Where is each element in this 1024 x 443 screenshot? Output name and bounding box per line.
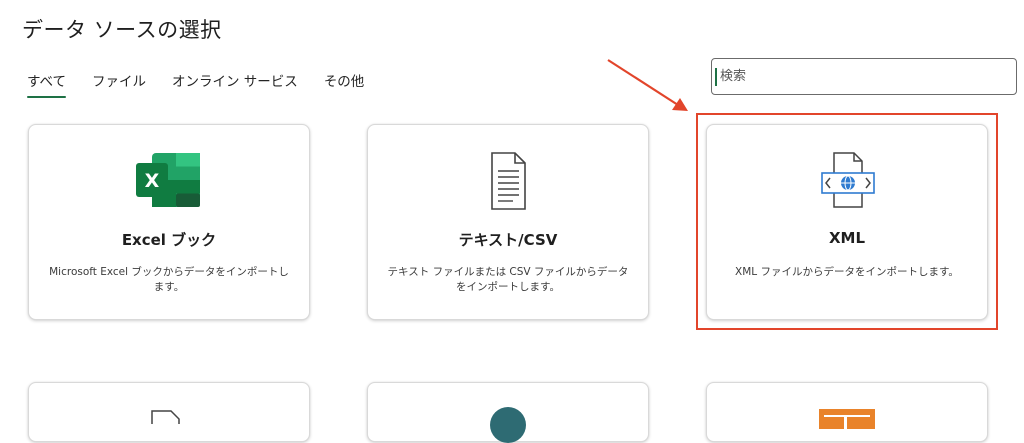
card-title: Excel ブック	[121, 231, 217, 249]
source-card-excel[interactable]: X Excel ブック Microsoft Excel ブックからデータをインポ…	[28, 124, 310, 320]
file-icon	[149, 409, 189, 428]
card-title: テキスト/CSV	[458, 231, 558, 249]
text-file-icon	[473, 151, 543, 211]
table-icon	[819, 409, 875, 429]
text-caret	[715, 68, 717, 86]
source-card-partial-2[interactable]	[367, 382, 649, 443]
database-icon	[490, 407, 526, 443]
dialog-title: データ ソースの選択	[22, 18, 222, 42]
card-description: テキスト ファイルまたは CSV ファイルからデータをインポートします。	[387, 266, 629, 293]
source-tabs: すべて ファイル オンライン サービス その他	[27, 68, 390, 98]
tab-all[interactable]: すべて	[27, 68, 67, 98]
search-input[interactable]	[712, 59, 1016, 94]
source-card-text-csv[interactable]: テキスト/CSV テキスト ファイルまたは CSV ファイルからデータをインポー…	[367, 124, 649, 320]
excel-icon: X	[134, 151, 204, 211]
source-card-partial-1[interactable]	[28, 382, 310, 442]
source-card-partial-3[interactable]	[706, 382, 988, 442]
card-description: Microsoft Excel ブックからデータをインポートします。	[49, 266, 289, 293]
tab-other[interactable]: その他	[324, 68, 365, 98]
svg-text:X: X	[145, 170, 160, 192]
xml-highlight-box	[696, 113, 998, 330]
search-box	[711, 58, 1017, 95]
tab-file[interactable]: ファイル	[92, 68, 146, 98]
tab-online-services[interactable]: オンライン サービス	[172, 68, 298, 98]
